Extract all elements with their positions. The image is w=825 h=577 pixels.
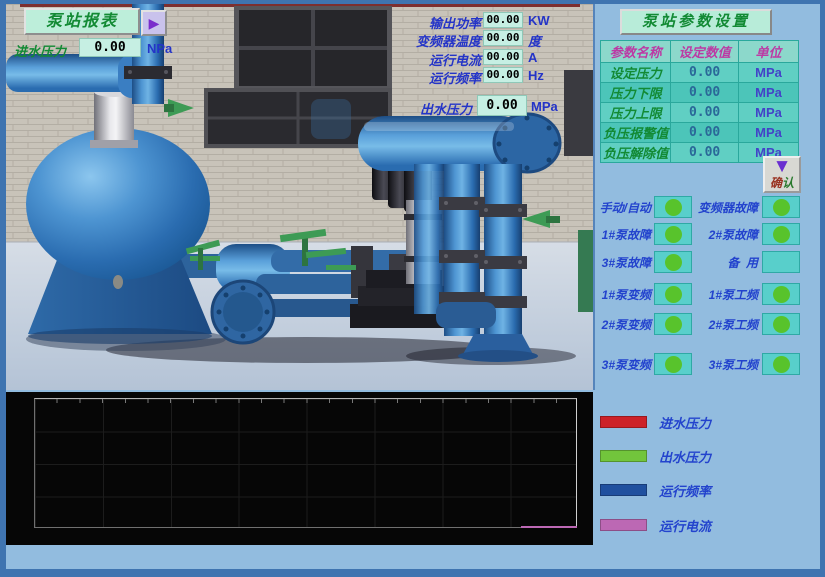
outlet-pressure-label: 出水压力	[420, 99, 472, 118]
param-unit: MPa	[739, 63, 799, 83]
indicator-label-spare: 备 用	[694, 254, 758, 271]
legend-label-run-frequency: 运行频率	[659, 481, 711, 500]
legend-swatch-run-frequency	[600, 484, 647, 496]
param-name: 负压解除值	[601, 143, 671, 163]
indicator-label-pump3-fault: 3#泵故障	[592, 254, 651, 271]
indicator-lamp-spare	[762, 251, 800, 273]
inlet-pressure-label: 进水压力	[14, 41, 66, 60]
param-value[interactable]: 0.00	[671, 143, 739, 163]
table-row: 压力下限 0.00 MPa	[601, 83, 799, 103]
param-value[interactable]: 0.00	[671, 103, 739, 123]
led-icon	[665, 254, 682, 271]
indicator-label-pump1-mains: 1#泵工频	[694, 286, 758, 303]
led-icon	[773, 356, 790, 373]
axis-ticks	[35, 399, 576, 403]
indicator-lamp-pump2-vfd	[654, 313, 692, 335]
inlet-pressure-value: 0.00	[79, 38, 141, 57]
outlet-pressure-value: 0.00	[477, 95, 527, 116]
led-icon	[665, 316, 682, 333]
window-upper	[234, 6, 392, 90]
indicator-lamp-manual-auto	[654, 196, 692, 218]
indicator-lamp-inverter-fault	[762, 196, 800, 218]
indicator-label-inverter-fault: 变频器故障	[694, 199, 758, 216]
param-unit: MPa	[739, 103, 799, 123]
readout-value-inverter-temp: 00.00	[483, 30, 523, 46]
readout-value-run-current: 00.00	[483, 49, 523, 65]
readout-value-output-power: 00.00	[483, 12, 523, 28]
confirm-triangle-icon: ▼	[765, 159, 799, 174]
led-icon	[773, 226, 790, 243]
param-name: 压力上限	[601, 103, 671, 123]
legend-swatch-inlet-pressure	[600, 416, 647, 428]
pump-station-hmi: 泵站报表 ▶ 进水压力 0.00 NPa 输出功率 00.00 KW 变频器温度…	[0, 0, 825, 577]
green-cabinet	[578, 230, 593, 312]
col-header-unit: 单位	[739, 41, 799, 63]
run-current-trace	[521, 526, 577, 528]
legend-label-outlet-pressure: 出水压力	[659, 447, 711, 466]
readout-label-output-power: 输出功率	[402, 13, 481, 32]
led-icon	[773, 316, 790, 333]
play-icon: ▶	[149, 15, 160, 31]
led-icon	[665, 286, 682, 303]
outlet-pressure-unit: MPa	[531, 99, 558, 114]
readout-label-run-current: 运行电流	[402, 50, 481, 69]
readout-label-run-frequency: 运行频率	[402, 68, 481, 87]
readout-unit-inverter-temp: 度	[528, 31, 541, 50]
param-unit: MPa	[739, 123, 799, 143]
indicator-label-pump2-mains: 2#泵工频	[694, 316, 758, 333]
legend-swatch-outlet-pressure	[600, 450, 647, 462]
table-header-row: 参数名称 设定数值 单位	[601, 41, 799, 63]
readout-unit-run-frequency: Hz	[528, 68, 544, 83]
led-icon	[665, 356, 682, 373]
parameter-table: 参数名称 设定数值 单位 设定压力 0.00 MPa 压力下限 0.00 MPa…	[600, 40, 799, 163]
confirm-button[interactable]: ▼ 确认	[763, 156, 801, 193]
indicator-lamp-pump2-fault	[762, 223, 800, 245]
indicator-lamp-pump2-mains	[762, 313, 800, 335]
indicator-label-pump3-vfd: 3#泵变频	[592, 356, 651, 373]
indicator-label-pump3-mains: 3#泵工频	[694, 356, 758, 373]
readout-unit-run-current: A	[528, 50, 537, 65]
inlet-pressure-unit: NPa	[147, 41, 172, 56]
led-icon	[665, 226, 682, 243]
trend-plot-area	[34, 398, 577, 528]
param-value[interactable]: 0.00	[671, 123, 739, 143]
col-header-name: 参数名称	[601, 41, 671, 63]
legend-swatch-run-current	[600, 519, 647, 531]
led-icon	[665, 199, 682, 216]
legend-label-run-current: 运行电流	[659, 516, 711, 535]
settings-panel-title: 泵站参数设置	[620, 9, 772, 35]
indicator-label-pump2-fault: 2#泵故障	[694, 226, 758, 243]
param-value[interactable]: 0.00	[671, 63, 739, 83]
indicator-lamp-pump1-vfd	[654, 283, 692, 305]
param-name: 压力下限	[601, 83, 671, 103]
window-right-edge	[564, 70, 593, 156]
indicator-label-pump1-fault: 1#泵故障	[592, 226, 651, 243]
indicator-lamp-pump1-mains	[762, 283, 800, 305]
led-icon	[773, 199, 790, 216]
legend-label-inlet-pressure: 进水压力	[659, 413, 711, 432]
indicator-label-pump2-vfd: 2#泵变频	[592, 316, 651, 333]
table-row: 负压报警值 0.00 MPa	[601, 123, 799, 143]
indicator-lamp-pump3-mains	[762, 353, 800, 375]
indicator-lamp-pump3-vfd	[654, 353, 692, 375]
param-unit: MPa	[739, 83, 799, 103]
indicator-lamp-pump1-fault	[654, 223, 692, 245]
trend-chart	[6, 392, 593, 545]
readout-label-inverter-temp: 变频器温度	[402, 31, 481, 50]
readout-unit-output-power: KW	[528, 13, 550, 28]
indicator-label-pump1-vfd: 1#泵变频	[592, 286, 651, 303]
led-icon	[773, 286, 790, 303]
report-button[interactable]: 泵站报表	[24, 8, 140, 35]
param-value[interactable]: 0.00	[671, 83, 739, 103]
report-play-button[interactable]: ▶	[141, 10, 167, 36]
indicator-lamp-pump3-fault	[654, 251, 692, 273]
param-name: 设定压力	[601, 63, 671, 83]
col-header-value: 设定数值	[671, 41, 739, 63]
indicator-label-manual-auto: 手动/自动	[592, 199, 651, 216]
table-row: 压力上限 0.00 MPa	[601, 103, 799, 123]
discharge-header	[358, 114, 560, 172]
param-name: 负压报警值	[601, 123, 671, 143]
table-row: 设定压力 0.00 MPa	[601, 63, 799, 83]
readout-value-run-frequency: 00.00	[483, 67, 523, 83]
